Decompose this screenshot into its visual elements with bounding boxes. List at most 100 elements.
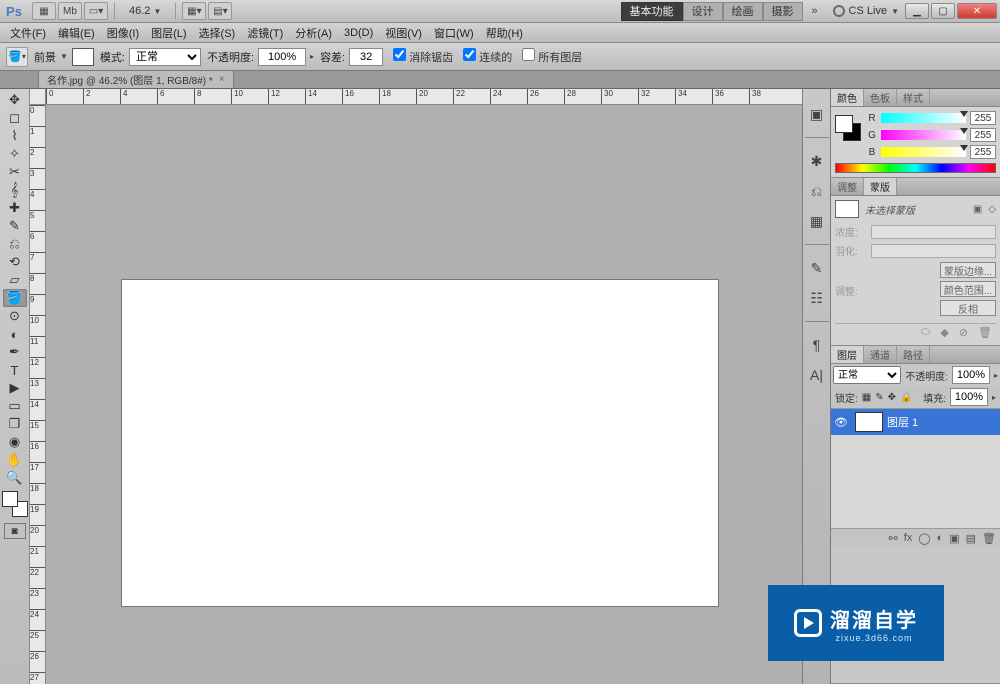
ruler-horizontal[interactable]: 02468101214161820222426283032343638 [46,89,802,105]
ruler-vertical[interactable]: 0123456789101112131415161718192021222324… [30,105,46,684]
paint-bucket-icon[interactable]: 🪣▾ [6,47,28,67]
layer-visibility-icon[interactable]: 👁 [831,416,851,429]
disable-mask-icon[interactable]: ⊘ [959,326,968,339]
presets-panel-icon[interactable]: ▦ [806,210,828,232]
path-select-tool[interactable]: ▶ [3,379,27,397]
move-tool[interactable]: ✥ [3,91,27,109]
wand-tool[interactable]: ✧ [3,145,27,163]
brushes-panel-icon[interactable]: ✱ [806,150,828,172]
styles-tab[interactable]: 样式 [897,89,930,106]
menu-file[interactable]: 文件(F) [4,25,52,41]
screen-mode-button[interactable]: ▭▾ [84,2,108,20]
paths-tab[interactable]: 路径 [897,346,930,363]
marquee-tool[interactable]: ◻ [3,109,27,127]
b-value[interactable]: 255 [970,145,996,159]
load-selection-icon[interactable]: ⬭ [921,326,930,339]
clone-panel-icon[interactable]: ⎌ [806,180,828,202]
lasso-tool[interactable]: ⌇ [3,127,27,145]
close-tab-icon[interactable]: × [219,74,225,85]
mask-edge-button[interactable]: 蒙版边缘... [940,262,996,278]
crop-tool[interactable]: ✂ [3,163,27,181]
density-slider[interactable] [871,225,996,239]
ruler-origin[interactable] [30,89,46,105]
layer-mask-icon[interactable]: ◯ [918,532,930,545]
layer-blend-select[interactable]: 正常 [833,366,901,384]
pen-tool[interactable]: ✒ [3,343,27,361]
history-brush-tool[interactable]: ⟲ [3,253,27,271]
swatches-tab[interactable]: 色板 [864,89,897,106]
window-close[interactable]: ✕ [957,3,997,19]
window-maximize[interactable]: ▢ [931,3,955,19]
canvas[interactable] [122,280,718,606]
3dcamera-tool[interactable]: ◉ [3,433,27,451]
tolerance-input[interactable] [349,48,383,66]
color-swatches[interactable] [2,491,28,517]
menu-window[interactable]: 窗口(W) [428,25,480,41]
stamp-tool[interactable]: ⎌ [3,235,27,253]
paragraph-panel-icon[interactable]: ¶ [806,334,828,356]
dodge-tool[interactable]: ◐ [3,325,27,343]
type-tool[interactable]: T [3,361,27,379]
cslive-button[interactable]: CS Live ▼ [833,5,899,17]
delete-layer-icon[interactable]: 🗑 [982,532,996,545]
layer-name[interactable]: 图层 1 [887,414,918,430]
menu-edit[interactable]: 编辑(E) [52,25,101,41]
menu-filter[interactable]: 滤镜(T) [241,25,289,41]
new-layer-icon[interactable]: ▤ [966,532,976,545]
brush-panel-icon[interactable]: ☷ [806,287,828,309]
all-layers-checkbox[interactable]: 所有图层 [522,48,582,65]
apply-mask-icon[interactable]: ◆ [940,326,948,339]
zoom-tool[interactable]: 🔍 [3,469,27,487]
paint-bucket-tool[interactable]: 🪣 [3,289,27,307]
invert-button[interactable]: 反相 [940,300,996,316]
menu-help[interactable]: 帮助(H) [480,25,529,41]
menu-analysis[interactable]: 分析(A) [289,25,338,41]
workspace-essentials[interactable]: 基本功能 [621,2,683,21]
opacity-input[interactable] [258,48,306,66]
g-value[interactable]: 255 [970,128,996,142]
color-range-button[interactable]: 颜色范围... [940,281,996,297]
feather-slider[interactable] [871,244,996,258]
channels-tab[interactable]: 通道 [864,346,897,363]
lock-position-icon[interactable]: ✥ [888,392,896,403]
eyedropper-tool[interactable]: 𝄞 [3,181,27,199]
arrange-docs-button[interactable]: ▦▾ [182,2,206,20]
swatches-panel-icon[interactable]: ✎ [806,257,828,279]
menu-layer[interactable]: 图层(L) [145,25,192,41]
quick-mask-toggle[interactable]: ◙ [4,523,26,539]
foreground-color[interactable] [2,491,18,507]
layers-tab[interactable]: 图层 [831,346,864,363]
workspace-photography[interactable]: 摄影 [763,2,803,21]
lock-pixels-icon[interactable]: ✎ [875,392,883,403]
bridge-button[interactable]: ▦ [32,2,56,20]
lock-transparent-icon[interactable]: ▦ [862,392,871,403]
brush-tool[interactable]: ✎ [3,217,27,235]
panel-color-swatches[interactable] [835,115,861,141]
layer-fill-input[interactable] [950,388,988,406]
blur-tool[interactable]: ⊙ [3,307,27,325]
menu-select[interactable]: 选择(S) [193,25,242,41]
menu-image[interactable]: 图像(I) [101,25,145,41]
workspace-painting[interactable]: 绘画 [723,2,763,21]
masks-tab[interactable]: 蒙版 [864,178,897,195]
layer-thumbnail[interactable] [855,412,883,432]
shape-tool[interactable]: ▭ [3,397,27,415]
new-group-icon[interactable]: ▣ [949,532,959,545]
menu-3d[interactable]: 3D(D) [338,27,379,39]
color-spectrum[interactable] [835,163,996,173]
vector-mask-icon[interactable]: ◇ [988,204,996,215]
menu-view[interactable]: 视图(V) [379,25,428,41]
adjustment-layer-icon[interactable]: ◐ [937,532,944,545]
pattern-swatch[interactable] [72,48,94,66]
3d-tool[interactable]: ❐ [3,415,27,433]
r-slider[interactable] [881,113,966,123]
extras-button[interactable]: ▤▾ [208,2,232,20]
g-slider[interactable] [881,130,966,140]
contiguous-checkbox[interactable]: 连续的 [463,48,512,65]
delete-mask-icon[interactable]: 🗑 [978,326,992,339]
history-panel-icon[interactable]: ▣ [806,103,828,125]
workspace-more[interactable]: » [803,2,827,21]
adjustments-tab[interactable]: 调整 [831,178,864,195]
hand-tool[interactable]: ✋ [3,451,27,469]
healing-tool[interactable]: ✚ [3,199,27,217]
